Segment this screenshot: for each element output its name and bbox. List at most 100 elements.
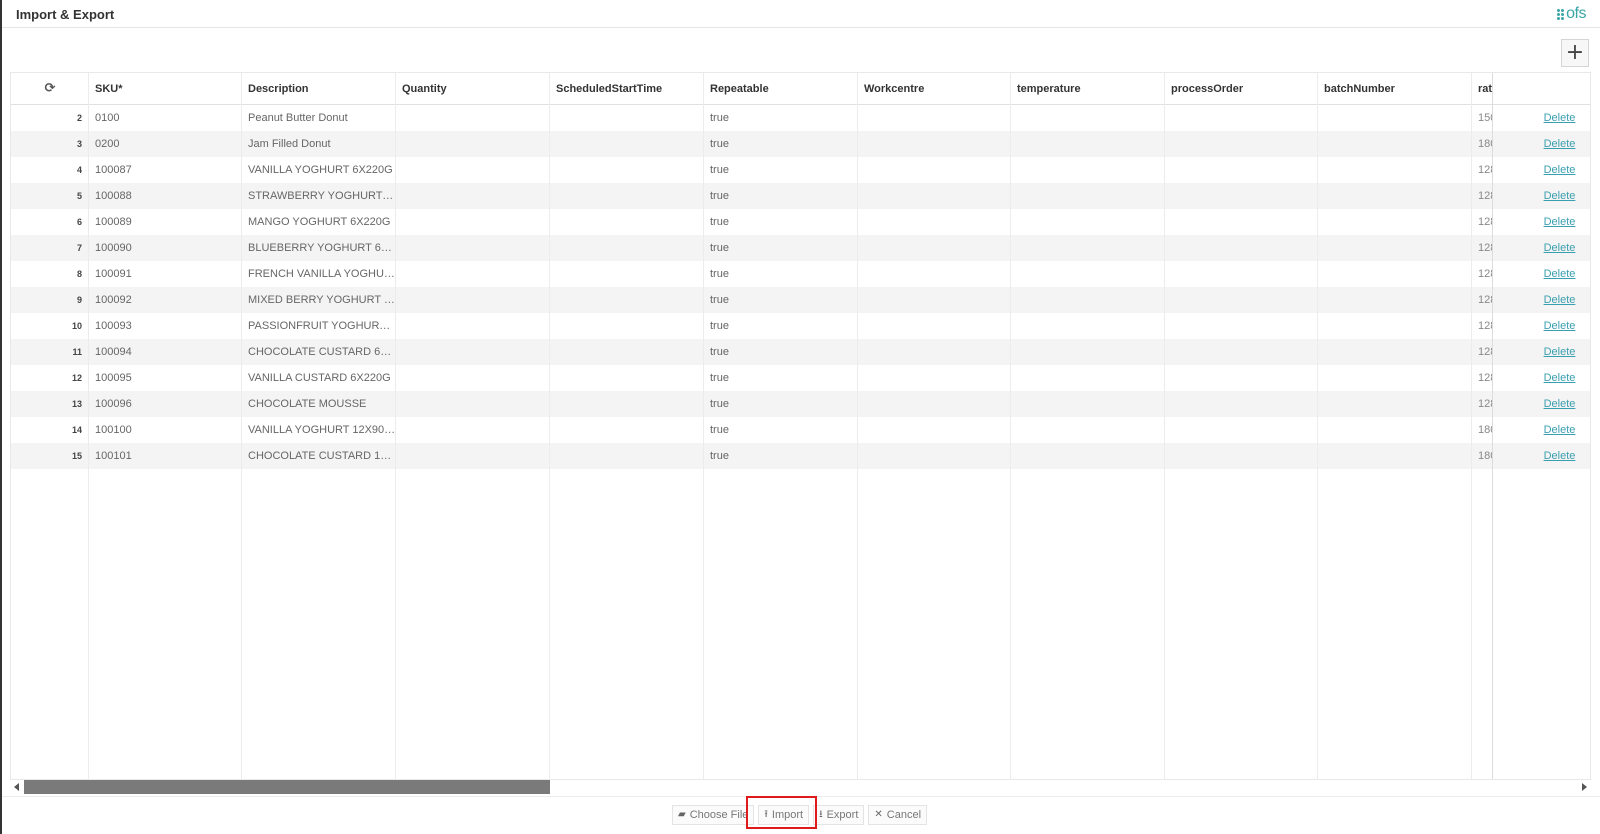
workcentre-cell[interactable] [858,209,1011,235]
scheduled-start-cell[interactable] [550,235,704,261]
workcentre-cell[interactable] [858,339,1011,365]
sku-cell[interactable]: 100100 [89,417,242,443]
workcentre-cell[interactable] [858,365,1011,391]
sku-cell[interactable]: 100101 [89,443,242,469]
header-scheduled-start-time[interactable]: ScheduledStartTime [550,73,704,105]
table-row[interactable]: 11 100094CHOCOLATE CUSTARD 6X220G true 128 [11,339,1590,365]
process-order-cell[interactable] [1165,417,1318,443]
quantity-cell[interactable] [396,157,550,183]
workcentre-cell[interactable] [858,391,1011,417]
table-row[interactable]: 15 100101CHOCOLATE CUSTARD 12X900G true 180 [11,443,1590,469]
sku-cell[interactable]: 100095 [89,365,242,391]
delete-link[interactable]: Delete [1510,450,1576,462]
temperature-cell[interactable] [1011,365,1165,391]
description-cell[interactable]: CHOCOLATE MOUSSE [242,391,396,417]
rate-cell[interactable]: 180 [1472,443,1492,469]
temperature-cell[interactable] [1011,131,1165,157]
repeatable-cell[interactable]: true [704,365,858,391]
quantity-cell[interactable] [396,287,550,313]
batch-number-cell[interactable] [1318,131,1472,157]
batch-number-cell[interactable] [1318,287,1472,313]
sku-cell[interactable]: 0100 [89,105,242,131]
rate-cell[interactable]: 128 [1472,365,1492,391]
quantity-cell[interactable] [396,391,550,417]
rate-cell[interactable]: 128 [1472,287,1492,313]
batch-number-cell[interactable] [1318,443,1472,469]
temperature-cell[interactable] [1011,235,1165,261]
batch-number-cell[interactable] [1318,183,1472,209]
horizontal-scrollbar[interactable] [10,780,1591,794]
workcentre-cell[interactable] [858,235,1011,261]
rate-cell[interactable]: 128 [1472,209,1492,235]
delete-link[interactable]: Delete [1510,112,1576,124]
add-row-button[interactable]: + [1561,39,1589,67]
repeatable-cell[interactable]: true [704,339,858,365]
workcentre-cell[interactable] [858,131,1011,157]
description-cell[interactable]: PASSIONFRUIT YOGHURT 6X220G [242,313,396,339]
process-order-cell[interactable] [1165,365,1318,391]
scheduled-start-cell[interactable] [550,105,704,131]
sku-cell[interactable]: 100093 [89,313,242,339]
description-cell[interactable]: BLUEBERRY YOGHURT 6X220G [242,235,396,261]
quantity-cell[interactable] [396,131,550,157]
table-row[interactable]: 12 100095VANILLA CUSTARD 6X220G true 128 [11,365,1590,391]
repeatable-cell[interactable]: true [704,131,858,157]
delete-link[interactable]: Delete [1510,398,1576,410]
sku-cell[interactable]: 100089 [89,209,242,235]
description-cell[interactable]: VANILLA YOGHURT 6X220G [242,157,396,183]
quantity-cell[interactable] [396,183,550,209]
header-rate[interactable]: rat [1472,73,1492,105]
sku-cell[interactable]: 100090 [89,235,242,261]
scheduled-start-cell[interactable] [550,131,704,157]
delete-link[interactable]: Delete [1510,138,1576,150]
table-row[interactable]: 2 0100Peanut Butter Donut true 150 [11,105,1590,131]
repeatable-cell[interactable]: true [704,105,858,131]
process-order-cell[interactable] [1165,105,1318,131]
scheduled-start-cell[interactable] [550,261,704,287]
repeatable-cell[interactable]: true [704,391,858,417]
workcentre-cell[interactable] [858,287,1011,313]
repeatable-cell[interactable]: true [704,287,858,313]
header-sku[interactable]: SKU* [89,73,242,105]
rate-cell[interactable]: 150 [1472,105,1492,131]
process-order-cell[interactable] [1165,339,1318,365]
temperature-cell[interactable] [1011,313,1165,339]
rate-cell[interactable]: 128 [1472,183,1492,209]
workcentre-cell[interactable] [858,443,1011,469]
description-cell[interactable]: CHOCOLATE CUSTARD 12X900G [242,443,396,469]
batch-number-cell[interactable] [1318,157,1472,183]
workcentre-cell[interactable] [858,261,1011,287]
rate-cell[interactable]: 128 [1472,261,1492,287]
header-description[interactable]: Description [242,73,396,105]
table-row[interactable]: 10 100093PASSIONFRUIT YOGHURT 6X220G true 1… [11,313,1590,339]
process-order-cell[interactable] [1165,157,1318,183]
description-cell[interactable]: Peanut Butter Donut [242,105,396,131]
delete-link[interactable]: Delete [1510,164,1576,176]
batch-number-cell[interactable] [1318,235,1472,261]
scheduled-start-cell[interactable] [550,443,704,469]
repeatable-cell[interactable]: true [704,209,858,235]
temperature-cell[interactable] [1011,261,1165,287]
delete-link[interactable]: Delete [1510,216,1576,228]
batch-number-cell[interactable] [1318,391,1472,417]
scheduled-start-cell[interactable] [550,365,704,391]
temperature-cell[interactable] [1011,339,1165,365]
description-cell[interactable]: MANGO YOGHURT 6X220G [242,209,396,235]
repeatable-cell[interactable]: true [704,157,858,183]
sku-cell[interactable]: 100094 [89,339,242,365]
scheduled-start-cell[interactable] [550,183,704,209]
scrollbar-thumb[interactable] [24,780,550,794]
delete-link[interactable]: Delete [1510,346,1576,358]
batch-number-cell[interactable] [1318,417,1472,443]
temperature-cell[interactable] [1011,209,1165,235]
process-order-cell[interactable] [1165,183,1318,209]
description-cell[interactable]: VANILLA CUSTARD 6X220G [242,365,396,391]
table-row[interactable]: 13 100096CHOCOLATE MOUSSE true 128 [11,391,1590,417]
process-order-cell[interactable] [1165,209,1318,235]
temperature-cell[interactable] [1011,105,1165,131]
scroll-left-icon[interactable] [14,783,19,791]
header-batch-number[interactable]: batchNumber [1318,73,1472,105]
repeatable-cell[interactable]: true [704,417,858,443]
process-order-cell[interactable] [1165,443,1318,469]
scheduled-start-cell[interactable] [550,209,704,235]
